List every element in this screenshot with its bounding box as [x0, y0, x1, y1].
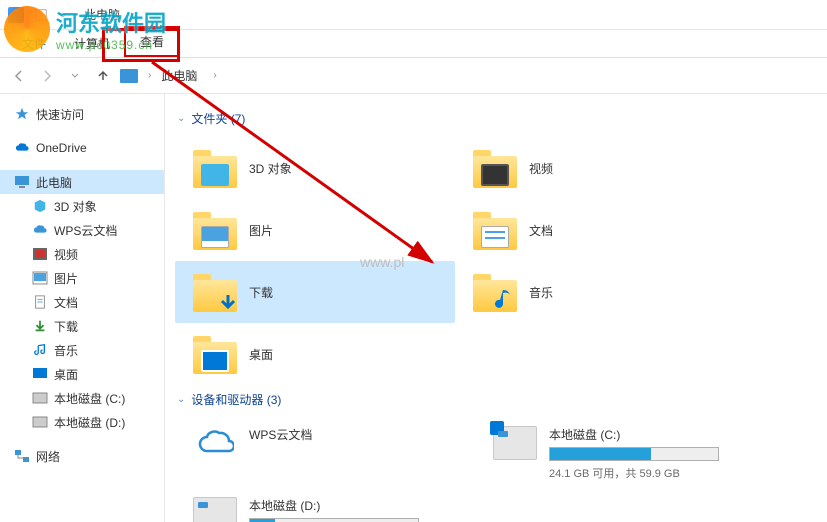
- this-pc-icon: [8, 7, 24, 23]
- sidebar-quick-access[interactable]: 快速访问: [0, 102, 164, 126]
- picture-icon: [32, 271, 48, 285]
- cube-icon: [32, 199, 48, 213]
- tab-computer[interactable]: 计算机: [60, 30, 124, 57]
- sidebar-item-3d-objects[interactable]: 3D 对象: [0, 194, 164, 218]
- breadcrumb-pc-icon[interactable]: [120, 69, 138, 83]
- drive-label: 本地磁盘 (C:): [549, 426, 719, 443]
- sidebar-item-label: 此电脑: [36, 174, 72, 191]
- qat-properties-icon[interactable]: [34, 8, 48, 22]
- folder-label: 桌面: [249, 346, 273, 363]
- nav-back-button[interactable]: [8, 65, 30, 87]
- music-note-icon: [495, 288, 515, 312]
- sidebar-item-label: 本地磁盘 (C:): [54, 390, 125, 407]
- folder-desktop[interactable]: 桌面: [175, 323, 455, 385]
- sidebar-item-downloads[interactable]: 下载: [0, 314, 164, 338]
- sidebar-network[interactable]: 网络: [0, 444, 164, 468]
- qat-dropdown-icon[interactable]: [56, 8, 70, 22]
- drive-stats: 24.1 GB 可用，共 59.9 GB: [549, 465, 719, 481]
- cloud-drive-icon: [193, 426, 237, 460]
- section-drives-header[interactable]: ⌄ 设备和驱动器 (3): [177, 391, 827, 408]
- folder-label: 3D 对象: [249, 160, 292, 177]
- navigation-pane: 快速访问 OneDrive 此电脑 3D 对象 WPS云文档 视频 图片: [0, 94, 165, 522]
- drive-icon: [32, 391, 48, 405]
- folders-grid: 3D 对象 视频 图片 文档 下载: [175, 137, 827, 385]
- network-icon: [14, 449, 30, 463]
- folder-label: 视频: [529, 160, 553, 177]
- monitor-icon: [14, 175, 30, 189]
- drive-c[interactable]: 本地磁盘 (C:) 24.1 GB 可用，共 59.9 GB: [475, 418, 775, 489]
- sidebar-item-wps-cloud[interactable]: WPS云文档: [0, 218, 164, 242]
- sidebar-item-pictures[interactable]: 图片: [0, 266, 164, 290]
- drive-d[interactable]: 本地磁盘 (D:) 147 GB 可用，共 172 GB: [175, 489, 475, 522]
- breadcrumb-separator[interactable]: ›: [213, 70, 216, 81]
- folder-label: 下载: [249, 284, 273, 301]
- drive-label: 本地磁盘 (D:): [249, 497, 419, 514]
- sidebar-item-label: 音乐: [54, 342, 78, 359]
- folder-downloads[interactable]: 下载: [175, 261, 455, 323]
- nav-forward-button[interactable]: [36, 65, 58, 87]
- sidebar-item-label: 网络: [36, 448, 60, 465]
- folder-3d-objects[interactable]: 3D 对象: [175, 137, 455, 199]
- music-icon: [32, 343, 48, 357]
- section-title: 设备和驱动器 (3): [191, 391, 281, 408]
- download-arrow-icon: [217, 292, 239, 314]
- folder-label: 文档: [529, 222, 553, 239]
- sidebar-item-videos[interactable]: 视频: [0, 242, 164, 266]
- drive-label: WPS云文档: [249, 426, 312, 443]
- folder-pictures[interactable]: 图片: [175, 199, 455, 261]
- sidebar-item-drive-d[interactable]: 本地磁盘 (D:): [0, 410, 164, 434]
- breadcrumb-separator[interactable]: ›: [148, 70, 151, 81]
- section-folders-header[interactable]: ⌄ 文件夹 (7): [177, 110, 827, 127]
- film-icon: [32, 247, 48, 261]
- folder-documents[interactable]: 文档: [455, 199, 735, 261]
- hdd-icon: [193, 497, 237, 522]
- drive-capacity-bar: [549, 447, 719, 461]
- drive-icon: [32, 415, 48, 429]
- folder-music[interactable]: 音乐: [455, 261, 735, 323]
- document-icon: [32, 295, 48, 309]
- chevron-down-icon: ⌄: [177, 113, 185, 124]
- cloud-icon: [32, 223, 48, 237]
- download-icon: [32, 319, 48, 333]
- drives-grid: WPS云文档 本地磁盘 (C:) 24.1 GB 可用，共 59.9 GB 本地…: [175, 418, 827, 522]
- section-title: 文件夹 (7): [191, 110, 245, 127]
- window-title: 此电脑: [84, 6, 120, 23]
- sidebar-item-drive-c[interactable]: 本地磁盘 (C:): [0, 386, 164, 410]
- nav-recent-dropdown[interactable]: [64, 65, 86, 87]
- sidebar-item-label: OneDrive: [36, 141, 87, 155]
- folder-videos[interactable]: 视频: [455, 137, 735, 199]
- nav-bar: › 此电脑 ›: [0, 58, 827, 94]
- cloud-icon: [14, 141, 30, 155]
- sidebar-item-label: 文档: [54, 294, 78, 311]
- desktop-icon: [32, 367, 48, 381]
- sidebar-item-label: 快速访问: [36, 106, 84, 123]
- sidebar-item-label: WPS云文档: [54, 222, 117, 239]
- tab-file[interactable]: 文件: [8, 30, 60, 57]
- sidebar-item-label: 3D 对象: [54, 198, 97, 215]
- star-icon: [14, 107, 30, 121]
- sidebar-onedrive[interactable]: OneDrive: [0, 136, 164, 160]
- breadcrumb-location[interactable]: 此电脑: [161, 67, 197, 84]
- sidebar-item-documents[interactable]: 文档: [0, 290, 164, 314]
- tab-view[interactable]: 查看: [124, 26, 180, 57]
- nav-up-button[interactable]: [92, 65, 114, 87]
- sidebar-this-pc[interactable]: 此电脑: [0, 170, 164, 194]
- sidebar-item-label: 桌面: [54, 366, 78, 383]
- folder-label: 音乐: [529, 284, 553, 301]
- ribbon-tabs: 文件 计算机 查看: [0, 30, 827, 58]
- folder-label: 图片: [249, 222, 273, 239]
- drive-wps-cloud[interactable]: WPS云文档: [175, 418, 475, 489]
- sidebar-item-label: 视频: [54, 246, 78, 263]
- sidebar-item-label: 图片: [54, 270, 78, 287]
- sidebar-item-music[interactable]: 音乐: [0, 338, 164, 362]
- sidebar-item-label: 本地磁盘 (D:): [54, 414, 125, 431]
- sidebar-item-label: 下载: [54, 318, 78, 335]
- sidebar-item-desktop[interactable]: 桌面: [0, 362, 164, 386]
- drive-capacity-bar: [249, 518, 419, 522]
- content-pane: ⌄ 文件夹 (7) 3D 对象 视频 图片 文档: [165, 94, 827, 522]
- chevron-down-icon: ⌄: [177, 394, 185, 405]
- hdd-icon: [493, 426, 537, 460]
